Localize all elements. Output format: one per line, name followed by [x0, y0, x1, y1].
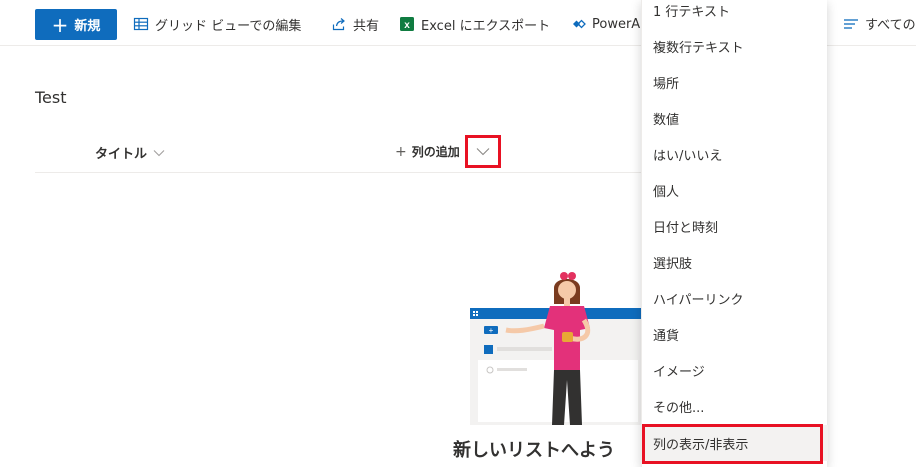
- menu-item-date-time[interactable]: 日付と時刻: [642, 208, 828, 244]
- add-column-button[interactable]: + 列の追加: [395, 143, 460, 160]
- column-title-label: タイトル: [95, 147, 148, 162]
- excel-icon: x: [400, 17, 414, 31]
- menu-item-image[interactable]: イメージ: [642, 352, 828, 388]
- column-header-title[interactable]: タイトル: [95, 143, 165, 162]
- menu-item-choice[interactable]: 選択肢: [642, 244, 828, 280]
- menu-item-more[interactable]: その他...: [642, 388, 828, 424]
- grid-icon: [133, 17, 149, 31]
- grid-edit-button[interactable]: グリッド ビューでの編集: [133, 14, 301, 34]
- svg-text:x: x: [404, 20, 410, 31]
- empty-state-title: 新しいリストへよう: [453, 440, 615, 461]
- grid-edit-label: グリッド ビューでの編集: [155, 18, 302, 34]
- menu-item-yes-no[interactable]: はい/いいえ: [642, 136, 828, 172]
- menu-item-currency[interactable]: 通貨: [642, 316, 828, 352]
- powerapps-label: PowerA: [592, 16, 641, 32]
- empty-list-illustration: +: [470, 272, 642, 425]
- share-icon: [332, 18, 345, 31]
- add-column-label: 列の追加: [411, 145, 460, 159]
- highlight-box: [642, 424, 823, 464]
- add-icon: +: [395, 143, 407, 160]
- menu-item-multi-line-text[interactable]: 複数行テキスト: [642, 28, 828, 64]
- new-button[interactable]: + 新規: [35, 9, 117, 40]
- new-button-label: 新規: [74, 19, 101, 34]
- menu-item-number[interactable]: 数値: [642, 100, 828, 136]
- powerapps-button[interactable]: PowerA: [572, 14, 640, 34]
- menu-item-location[interactable]: 場所: [642, 64, 828, 100]
- chevron-down-icon: [476, 148, 490, 156]
- all-items-view-button[interactable]: すべての: [843, 14, 916, 33]
- powerapps-icon: [573, 19, 586, 29]
- plus-icon: +: [51, 12, 69, 37]
- menu-item-hyperlink[interactable]: ハイパーリンク: [642, 280, 828, 316]
- list-view-icon: [844, 18, 858, 29]
- excel-export-label: Excel にエクスポート: [421, 18, 551, 34]
- chevron-down-icon: [153, 149, 165, 156]
- column-type-menu: 1 行テキスト 複数行テキスト 場所 数値 はい/いいえ 個人 日付と時刻 選択…: [641, 0, 828, 467]
- excel-export-button[interactable]: x Excel にエクスポート: [399, 14, 550, 34]
- all-items-label: すべての: [865, 18, 916, 33]
- svg-text:+: +: [489, 326, 494, 335]
- column-header-row: タイトル + 列の追加: [35, 135, 647, 173]
- share-button[interactable]: 共有: [331, 14, 379, 34]
- menu-item-single-line-text[interactable]: 1 行テキスト: [642, 0, 828, 28]
- share-label: 共有: [353, 18, 380, 34]
- add-column-dropdown-toggle[interactable]: [465, 135, 501, 168]
- list-title: Test: [35, 88, 67, 107]
- menu-item-person[interactable]: 個人: [642, 172, 828, 208]
